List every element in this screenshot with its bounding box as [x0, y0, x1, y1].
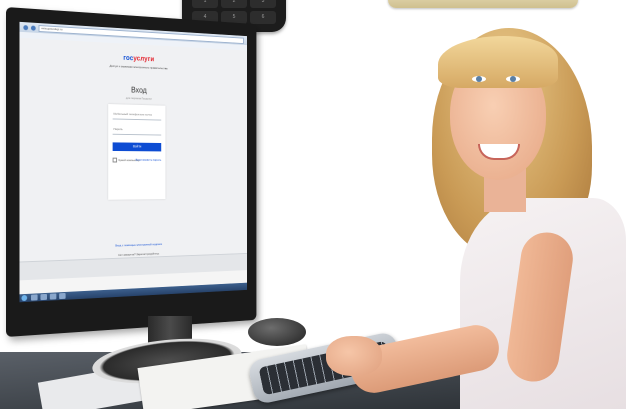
computer-mouse — [248, 318, 306, 346]
phone-key: 2 — [221, 0, 247, 8]
hair-fringe — [438, 36, 558, 88]
eye — [472, 76, 486, 82]
taskbar-app-icon[interactable] — [59, 292, 66, 300]
computer-monitor: esia.gosuslugi.ru госуслуги Доступ к сер… — [6, 7, 257, 337]
monitor-screen: esia.gosuslugi.ru госуслуги Доступ к сер… — [19, 21, 247, 303]
password-input[interactable]: Пароль — [112, 125, 162, 136]
taskbar-app-icon[interactable] — [40, 293, 48, 301]
smiling-woman — [326, 18, 626, 409]
phone-key: 3 — [250, 0, 276, 8]
logo-part-2: услуги — [133, 55, 155, 64]
phone-key: 6 — [250, 10, 276, 24]
login-input[interactable]: Мобильный телефон или почта — [112, 109, 162, 121]
taskbar-app-icon[interactable] — [49, 293, 57, 300]
forward-icon[interactable] — [30, 25, 36, 31]
eye — [506, 76, 520, 82]
login-form: Мобильный телефон или почта Пароль Войти… — [108, 104, 166, 200]
start-icon[interactable] — [21, 294, 28, 302]
forgot-password-link[interactable]: Восстановить пароль — [136, 158, 162, 162]
checkbox-icon[interactable] — [112, 157, 118, 163]
taskbar-app-icon[interactable] — [30, 294, 38, 301]
photo-scene: 1 2 3 4 5 6 esia.gosuslugi.ru госуслуги … — [0, 0, 626, 409]
hand — [326, 336, 382, 376]
windows-taskbar — [19, 282, 247, 303]
logo-part-1: гос — [123, 54, 134, 63]
phone-key: 1 — [192, 0, 218, 8]
back-icon[interactable] — [23, 24, 29, 30]
login-button[interactable]: Войти — [112, 142, 162, 152]
bank-card — [388, 0, 578, 8]
login-page: госуслуги Доступ к сервисам электронного… — [19, 37, 247, 281]
